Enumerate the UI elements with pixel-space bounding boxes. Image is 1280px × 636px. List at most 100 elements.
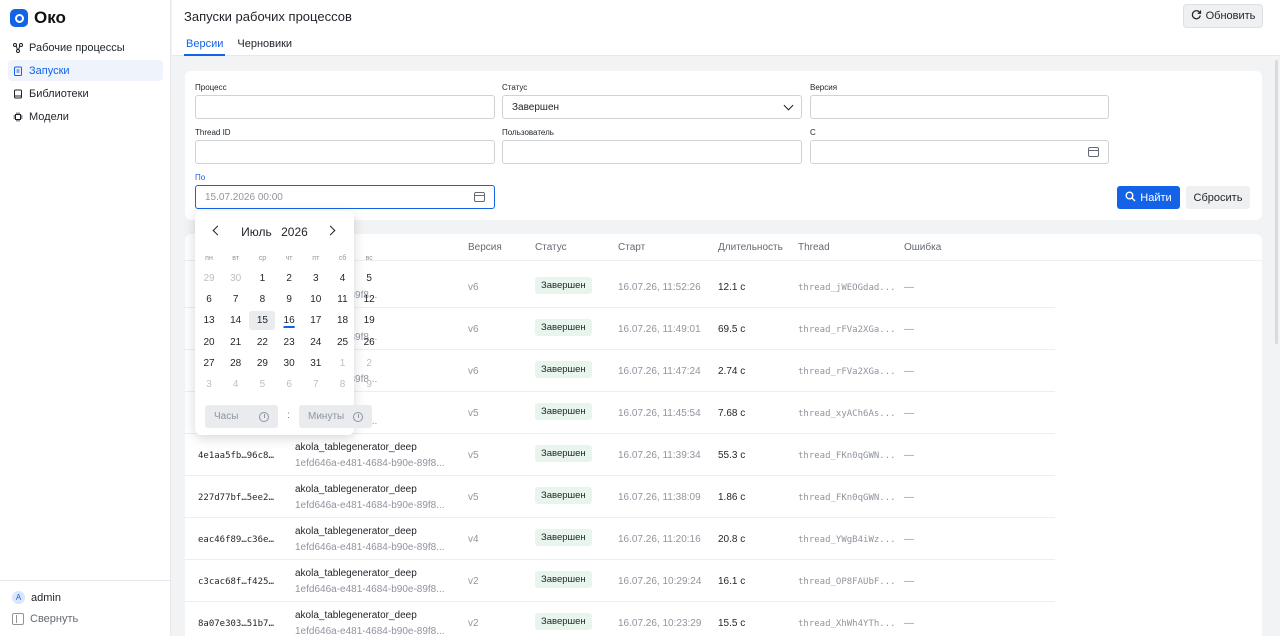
calendar-day[interactable]: 5 (249, 375, 275, 394)
process-filter: Процесс (195, 83, 495, 119)
table-row[interactable]: c3cac68f…f425… akola_tablegenerator_deep 1… (185, 560, 1055, 602)
thread-id[interactable]: thread_YWgB4iWz... (798, 535, 896, 545)
thread-id[interactable]: thread_jWEOGdad... (798, 283, 896, 293)
calendar-icon[interactable] (1088, 147, 1099, 157)
column-start[interactable]: Старт (618, 242, 645, 253)
year-label[interactable]: 2026 (281, 225, 308, 239)
sidebar-item-models[interactable]: Модели (8, 106, 163, 127)
search-icon (1125, 191, 1136, 205)
calendar-day[interactable]: 18 (330, 311, 356, 330)
calendar-day[interactable]: 30 (223, 269, 249, 288)
calendar-day[interactable]: 29 (196, 269, 222, 288)
user-input[interactable] (502, 140, 802, 164)
column-error[interactable]: Ошибка (904, 242, 941, 253)
table-row[interactable]: 8a07e303…51b7… akola_tablegenerator_deep 1… (185, 602, 1055, 636)
calendar-day[interactable]: 13 (196, 311, 222, 330)
calendar-day[interactable]: 15 (249, 311, 276, 331)
minutes-select[interactable]: Минуты (299, 405, 372, 428)
refresh-button[interactable]: Обновить (1183, 4, 1263, 28)
calendar-day[interactable]: 8 (330, 375, 356, 394)
thread-id[interactable]: thread_FKn0qGWN... (798, 451, 896, 461)
calendar-day[interactable]: 2 (276, 269, 302, 288)
thread-id[interactable]: thread_OP8FAUbF... (798, 577, 896, 587)
date-from-input[interactable] (810, 140, 1109, 164)
calendar-day[interactable]: 12 (356, 290, 382, 309)
calendar-day[interactable]: 9 (276, 290, 302, 309)
calendar-day[interactable]: 2 (356, 354, 382, 373)
calendar-day[interactable]: 26 (356, 333, 382, 352)
calendar-day[interactable]: 5 (356, 269, 382, 288)
run-id[interactable]: c3cac68f…f425… (198, 577, 274, 587)
calendar-day[interactable]: 19 (356, 311, 382, 330)
calendar-day[interactable]: 7 (303, 375, 329, 394)
status-label: Статус (502, 83, 528, 92)
calendar-day[interactable]: 25 (330, 333, 356, 352)
thread-id[interactable]: thread_XhWh4YTh... (798, 619, 896, 629)
collapse-button[interactable]: Свернуть (12, 613, 78, 625)
calendar-day[interactable]: 11 (330, 290, 356, 309)
thread-id[interactable]: thread_xyACh6As... (798, 409, 896, 419)
calendar-day[interactable]: 6 (196, 290, 222, 309)
user-menu[interactable]: A admin (12, 591, 61, 604)
month-label[interactable]: Июль (241, 225, 272, 239)
thread-id[interactable]: thread_rFVa2XGa... (798, 325, 896, 335)
sidebar-item-runs[interactable]: Запуски (8, 60, 163, 81)
calendar-day[interactable]: 4 (223, 375, 249, 394)
calendar-day[interactable]: 23 (276, 333, 302, 352)
calendar-day[interactable]: 17 (303, 311, 329, 330)
date-to-input[interactable]: 15.07.2026 00:00 (195, 185, 495, 209)
version-input[interactable] (810, 95, 1109, 119)
calendar-day[interactable]: 24 (303, 333, 329, 352)
calendar-day[interactable]: 20 (196, 333, 222, 352)
calendar-day[interactable]: 10 (303, 290, 329, 309)
user-filter: Пользователь (502, 128, 802, 164)
calendar-day[interactable]: 28 (223, 354, 249, 373)
run-id[interactable]: eac46f89…c36e… (198, 535, 274, 545)
calendar-day[interactable]: 7 (223, 290, 249, 309)
run-id[interactable]: 4e1aa5fb…96c8… (198, 451, 274, 461)
column-version[interactable]: Версия (468, 242, 502, 253)
page-scrollbar[interactable] (1275, 60, 1278, 344)
calendar-icon[interactable] (474, 192, 485, 202)
column-thread[interactable]: Thread (798, 242, 830, 253)
thread-id[interactable]: thread_rFVa2XGa... (798, 367, 896, 377)
table-row[interactable]: 4e1aa5fb…96c8… akola_tablegenerator_deep 1… (185, 434, 1055, 476)
start-time: 16.07.26, 11:52:26 (618, 282, 701, 293)
calendar-day[interactable]: 21 (223, 333, 249, 352)
process-input[interactable] (195, 95, 495, 119)
calendar-day[interactable]: 29 (249, 354, 275, 373)
calendar-day[interactable]: 30 (276, 354, 302, 373)
reset-button[interactable]: Сбросить (1186, 186, 1250, 209)
calendar-day[interactable]: 4 (330, 269, 356, 288)
tab-drafts[interactable]: Черновики (235, 34, 294, 56)
calendar-day[interactable]: 1 (249, 269, 275, 288)
run-id[interactable]: 8a07e303…51b7… (198, 619, 274, 629)
calendar-day[interactable]: 31 (303, 354, 329, 373)
calendar-day[interactable]: 14 (223, 311, 249, 330)
calendar-day[interactable]: 27 (196, 354, 222, 373)
weekday-label: вс (365, 255, 373, 262)
calendar-day[interactable]: 3 (303, 269, 329, 288)
hours-select[interactable]: Часы (205, 405, 278, 428)
find-button[interactable]: Найти (1117, 186, 1180, 209)
column-status[interactable]: Статус (535, 242, 567, 253)
status-select[interactable]: Завершен (502, 95, 802, 119)
sidebar-item-libraries[interactable]: Библиотеки (8, 83, 163, 104)
thread-id[interactable]: thread_FKn0qGWN... (798, 493, 896, 503)
calendar-day[interactable]: 6 (276, 375, 302, 394)
sidebar-item-workflows[interactable]: Рабочие процессы (8, 37, 163, 58)
table-row[interactable]: eac46f89…c36e… akola_tablegenerator_deep 1… (185, 518, 1055, 560)
run-id[interactable]: 227d77bf…5ee2… (198, 493, 274, 503)
calendar-day[interactable]: 8 (249, 290, 275, 309)
column-duration[interactable]: Длительность (718, 242, 783, 253)
calendar-day[interactable]: 22 (249, 333, 275, 352)
app-logo[interactable]: Око (10, 8, 66, 28)
version-value: v5 (468, 492, 479, 503)
calendar-day[interactable]: 1 (330, 354, 356, 373)
tab-versions[interactable]: Версии (184, 34, 226, 56)
thread-id-input[interactable] (195, 140, 495, 164)
calendar-day[interactable]: 3 (196, 375, 222, 394)
calendar-day[interactable]: 9 (356, 375, 382, 394)
calendar-day[interactable]: 16 (276, 311, 302, 330)
table-row[interactable]: 227d77bf…5ee2… akola_tablegenerator_deep 1… (185, 476, 1055, 518)
